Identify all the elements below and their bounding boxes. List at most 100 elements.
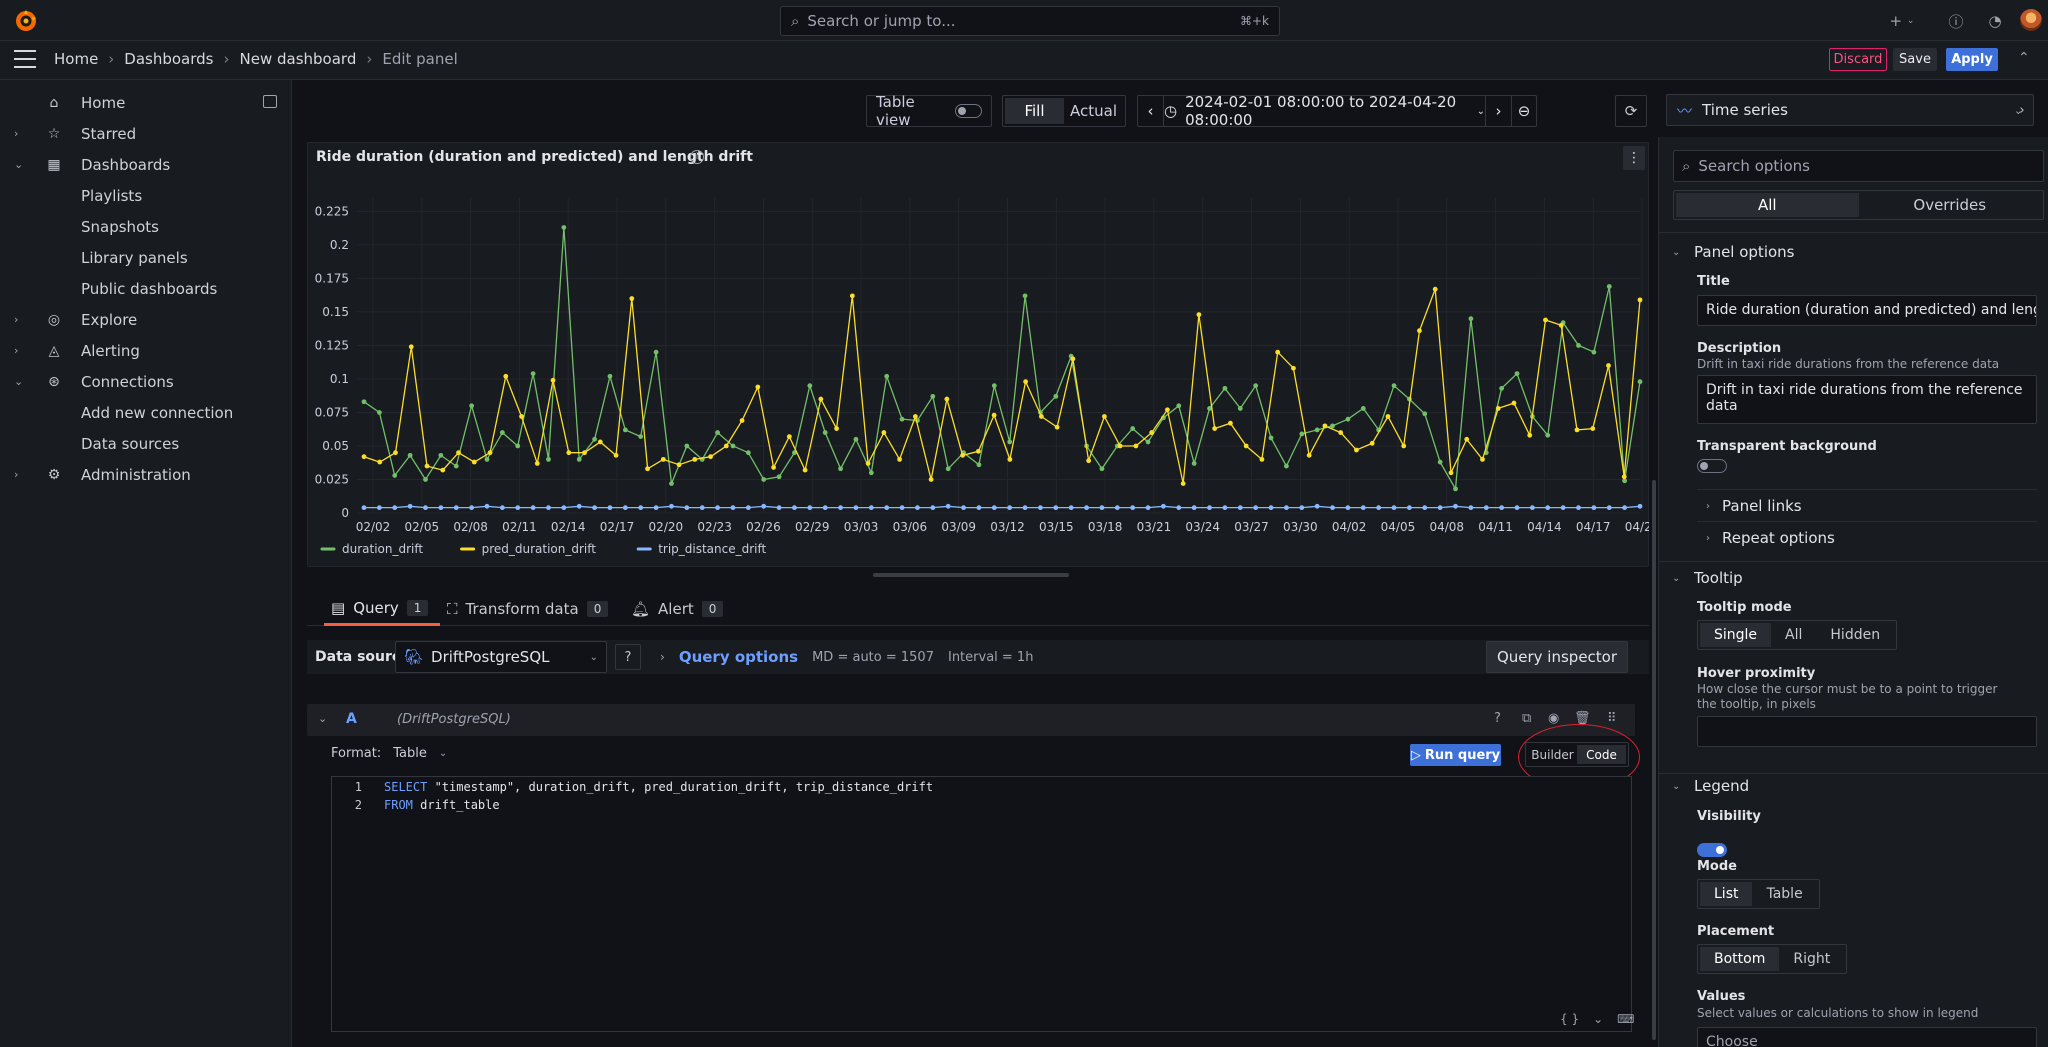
datasource-picker[interactable]: 🐘︎ DriftPostgreSQL ⌄: [395, 641, 607, 673]
sidebar-item-data-sources[interactable]: Data sources: [0, 428, 290, 459]
chevron-right-icon[interactable]: ›: [14, 127, 18, 140]
legend-mode-list[interactable]: List: [1700, 882, 1753, 906]
sidebar-item-playlists[interactable]: Playlists: [0, 180, 290, 211]
data-point-trip_distance_drift: [715, 505, 720, 511]
apply-button[interactable]: Apply: [1946, 48, 1998, 71]
visualization-picker[interactable]: 〰 Time series ⌄: [1666, 94, 2034, 126]
legend-placement-right[interactable]: Right: [1779, 947, 1844, 971]
tab-overrides[interactable]: Overrides: [1859, 193, 2042, 217]
refresh-button[interactable]: ⟳: [1615, 95, 1647, 127]
options-search-input[interactable]: ⌕ Search options: [1673, 150, 2044, 182]
legend-mode-table[interactable]: Table: [1752, 882, 1816, 906]
chevron-down-icon[interactable]: ⌄: [14, 375, 23, 388]
help-icon[interactable]: ⓘ: [1945, 10, 1967, 32]
menu-toggle-icon[interactable]: [14, 50, 36, 68]
data-point-duration_drift: [745, 450, 751, 456]
tab-transform-data[interactable]: ⛶ Transform data 0: [447, 592, 609, 626]
grafana-logo-icon[interactable]: [14, 9, 38, 33]
fill-option[interactable]: Fill: [1005, 98, 1064, 124]
query-options[interactable]: › Query options MD = auto = 1507 Interva…: [660, 648, 1033, 666]
sidebar-item-home[interactable]: ⌂ Home: [0, 87, 290, 118]
zoom-out-button[interactable]: ⊖: [1512, 96, 1536, 126]
sidebar-item-add-new-connection[interactable]: Add new connection: [0, 397, 290, 428]
chevron-down-icon[interactable]: ⌄: [1593, 1012, 1603, 1026]
main-scrollbar[interactable]: [1652, 480, 1656, 1040]
sidebar-item-explore[interactable]: › ◎ Explore: [0, 304, 290, 335]
actual-option[interactable]: Actual: [1064, 98, 1123, 124]
pane-splitter[interactable]: [873, 573, 1069, 577]
sidebar-item-starred[interactable]: › ☆ Starred: [0, 118, 290, 149]
save-button[interactable]: Save: [1893, 48, 1937, 71]
table-view-toggle[interactable]: Table view: [866, 93, 992, 129]
chevron-right-icon[interactable]: ›: [14, 313, 18, 326]
breadcrumb-dashboards[interactable]: Dashboards: [124, 50, 213, 68]
time-forward-button[interactable]: ›: [1486, 96, 1512, 126]
description-textarea[interactable]: Drift in taxi ride durations from the re…: [1697, 375, 2037, 424]
legend-visibility-switch[interactable]: [1697, 843, 1727, 857]
repeat-options-section[interactable]: › Repeat options: [1706, 529, 1835, 547]
tab-alert[interactable]: 🔔︎ Alert 0: [631, 592, 724, 626]
query-inspector-button[interactable]: Query inspector: [1486, 641, 1628, 673]
panel-menu-button[interactable]: ⋮: [1623, 146, 1645, 170]
add-new-button[interactable]: + ⌄: [1884, 10, 1920, 32]
discard-button[interactable]: Discard: [1829, 48, 1887, 71]
sidebar-item-alerting[interactable]: › ◬ Alerting: [0, 335, 290, 366]
format-selector[interactable]: Format: Table ⌄: [331, 746, 447, 761]
sidebar-item-dashboards[interactable]: ⌄ ▦ Dashboards: [0, 149, 290, 180]
tooltip-mode-all[interactable]: All: [1771, 623, 1816, 647]
time-series-chart[interactable]: 0 0.025 0.05 0.075 0.1 0.125 0.15 0.175 0.2 0.225…: [307, 180, 1649, 565]
sidebar-item-connections[interactable]: ⌄ ⊛ Connections: [0, 366, 290, 397]
time-back-button[interactable]: ‹: [1138, 96, 1164, 126]
link-icon: ⊛: [48, 373, 60, 390]
data-point-trip_distance_drift: [1345, 505, 1351, 511]
transparent-background-switch[interactable]: [1697, 459, 1727, 473]
collapse-options-button[interactable]: ›: [2010, 94, 2034, 126]
data-point-trip_distance_drift: [1114, 505, 1120, 511]
chevron-down-icon[interactable]: ⌄: [318, 712, 327, 725]
drag-handle-icon[interactable]: ⠿: [1607, 711, 1617, 726]
tab-query[interactable]: ▤ Query 1: [324, 592, 441, 626]
sidebar-item-administration[interactable]: › ⚙ Administration: [0, 459, 290, 490]
tab-all[interactable]: All: [1676, 193, 1859, 217]
data-point-pred_duration_drift: [1464, 436, 1470, 442]
table-view-switch[interactable]: [955, 104, 982, 118]
panel-options-section[interactable]: ⌄ Panel options: [1672, 243, 1794, 261]
sidebar-item-public-dashboards[interactable]: Public dashboards: [0, 273, 290, 304]
data-point-pred_duration_drift: [771, 465, 776, 470]
eye-icon[interactable]: ◉: [1548, 711, 1559, 726]
query-options-link[interactable]: Query options: [679, 648, 798, 666]
chevron-up-icon[interactable]: ⌃: [2018, 50, 2030, 66]
chevron-right-icon[interactable]: ›: [14, 468, 18, 481]
title-input[interactable]: Ride duration (duration and predicted) a…: [1697, 295, 2037, 326]
breadcrumb-home[interactable]: Home: [54, 50, 98, 68]
keyboard-icon[interactable]: ⌨: [1617, 1012, 1634, 1026]
time-range-button[interactable]: ◷ 2024-02-01 08:00:00 to 2024-04-20 08:0…: [1164, 93, 1486, 129]
tooltip-section[interactable]: ⌄ Tooltip: [1672, 569, 1743, 587]
user-avatar[interactable]: [2020, 9, 2042, 31]
sql-code-editor[interactable]: 1 SELECT "timestamp", duration_drift, pr…: [331, 776, 1632, 1032]
legend-placement-bottom[interactable]: Bottom: [1700, 947, 1780, 971]
search-input[interactable]: ⌕ Search or jump to... ⌘+k: [780, 6, 1280, 36]
info-icon[interactable]: i: [690, 150, 704, 164]
chevron-right-icon[interactable]: ›: [14, 344, 18, 357]
legend-section[interactable]: ⌄ Legend: [1672, 777, 1749, 795]
help-icon[interactable]: ?: [1494, 711, 1501, 726]
run-query-button[interactable]: ▷ Run query: [1410, 744, 1501, 766]
panel-links-section[interactable]: › Panel links: [1706, 497, 1802, 515]
sidebar-item-snapshots[interactable]: Snapshots: [0, 211, 290, 242]
sidebar-item-library-panels[interactable]: Library panels: [0, 242, 290, 273]
data-point-pred_duration_drift: [676, 462, 682, 468]
duplicate-icon[interactable]: ⧉: [1522, 711, 1531, 726]
news-feed-icon[interactable]: ◔: [1984, 10, 2006, 32]
hover-proximity-input[interactable]: [1697, 716, 2037, 747]
tooltip-mode-hidden[interactable]: Hidden: [1816, 623, 1894, 647]
breadcrumb-new-dashboard[interactable]: New dashboard: [240, 50, 357, 68]
chevron-down-icon: ⌄: [1476, 105, 1485, 117]
datasource-help-button[interactable]: ?: [615, 644, 641, 670]
tooltip-mode-single[interactable]: Single: [1700, 623, 1772, 647]
format-code-icon[interactable]: { }: [1560, 1012, 1579, 1026]
chevron-down-icon[interactable]: ⌄: [14, 158, 23, 171]
data-point-duration_drift: [1360, 406, 1366, 411]
query-ref-id[interactable]: A: [346, 711, 357, 727]
legend-values-select[interactable]: Choose: [1697, 1027, 2037, 1047]
